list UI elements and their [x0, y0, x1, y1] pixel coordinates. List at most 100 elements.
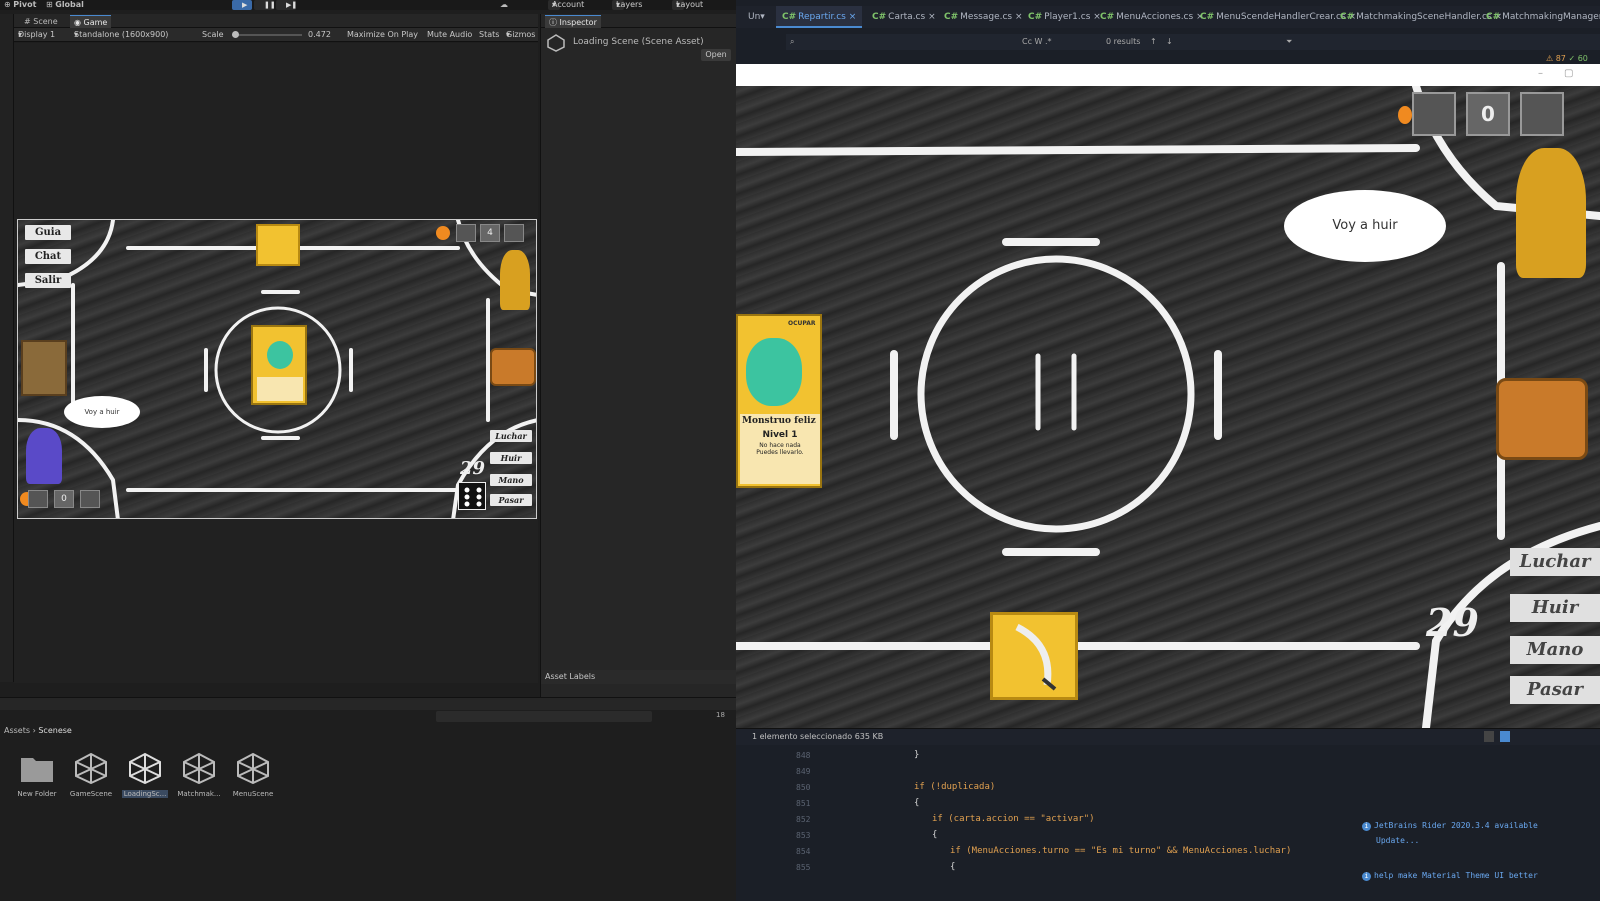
find-bar[interactable]: ⌕ Cc W .* 0 results ↑ ↓ ⏷: [786, 34, 1600, 50]
code-editor[interactable]: 848 } 849 850 if (!duplicada) 851 { 852 …: [736, 745, 1600, 901]
breadcrumb-current[interactable]: Scenese: [38, 726, 71, 735]
opponent-helmet-icon[interactable]: [1412, 92, 1456, 136]
update-link[interactable]: Update...: [1376, 836, 1419, 845]
treasure-chest-icon[interactable]: [490, 348, 536, 386]
opponent-status-bar: 0: [1398, 92, 1598, 136]
tab-game[interactable]: ◉ Game: [70, 15, 112, 28]
layout-icon-active[interactable]: [1500, 731, 1510, 742]
tab-inspector[interactable]: ⓘ Inspector: [545, 15, 601, 28]
empty-slot[interactable]: [504, 224, 524, 242]
tab-scene[interactable]: # Scene: [20, 15, 62, 28]
dice-icon[interactable]: [458, 482, 486, 510]
find-next-icon[interactable]: ↓: [1166, 34, 1173, 50]
line-number: 855: [796, 863, 811, 872]
line-number: 852: [796, 815, 811, 824]
card-text-box: Monstruo feliz Nivel 1 No hace nada Pued…: [740, 414, 820, 484]
rider-update-notification[interactable]: i JetBrains Rider 2020.3.4 available: [1362, 821, 1538, 831]
mano-button-big[interactable]: Mano: [1510, 636, 1600, 664]
ide-status-line: 1 elemento seleccionado 635 KB: [736, 728, 1600, 745]
sword-icon: [1015, 623, 1057, 691]
asset-matchmaking[interactable]: Matchmak...: [174, 752, 224, 798]
weapon-card-icon[interactable]: [256, 224, 300, 266]
tab-matchmakingmanager[interactable]: C#MatchmakingManager.cs: [1482, 6, 1600, 28]
pause-button[interactable]: ❚❚: [254, 0, 276, 10]
play-icon: ▶: [242, 1, 248, 9]
breadcrumb-root[interactable]: Assets: [4, 726, 30, 735]
opponent-empty-slot[interactable]: [1520, 92, 1564, 136]
scale-label: Scale: [202, 30, 224, 39]
regex-toggle-icon[interactable]: Cc W .*: [1022, 34, 1052, 50]
account-dropdown[interactable]: Account ▾: [548, 0, 584, 10]
player-avatar-icon[interactable]: [456, 224, 476, 242]
player-helmet-icon[interactable]: [28, 490, 48, 508]
door-icon[interactable]: [21, 340, 67, 396]
project-tool-tab[interactable]: Un▾: [748, 6, 765, 28]
weapon-card-big[interactable]: [990, 612, 1078, 700]
warnings-indicator[interactable]: ⚠ 87 ✓ 60: [1546, 54, 1588, 63]
tab-player1[interactable]: C# Player1.cs ×: [1024, 6, 1105, 28]
play-button[interactable]: ▶: [232, 0, 252, 10]
tab-menuacciones[interactable]: C# MenuAcciones.cs ×: [1096, 6, 1208, 28]
pasar-button-big[interactable]: Pasar: [1510, 676, 1600, 704]
layout-icon[interactable]: [1484, 731, 1494, 742]
inspector-tabbar: ⓘ Inspector: [541, 14, 737, 28]
stats-toggle[interactable]: Stats: [479, 28, 499, 42]
scale-slider-track[interactable]: [232, 34, 302, 36]
maximize-on-play-toggle[interactable]: Maximize On Play: [347, 28, 418, 42]
empty-slot-bottom[interactable]: [80, 490, 100, 508]
inspector-panel: ⓘ Inspector Loading Scene (Scene Asset) …: [540, 14, 737, 697]
chat-button[interactable]: Chat: [25, 249, 71, 264]
huir-button-big[interactable]: Huir: [1510, 594, 1600, 622]
guia-button[interactable]: Guia: [25, 225, 71, 240]
tab-message[interactable]: C# Message.cs ×: [940, 6, 1027, 28]
project-search-input[interactable]: [436, 711, 652, 722]
treasure-chest-icon[interactable]: [1496, 378, 1588, 460]
game-board[interactable]: 0 Voy a huir OCUPAR Monstruo feliz Nivel…: [736, 86, 1600, 728]
tab-matchmakingscenehandler[interactable]: C# MatchmakingSceneHandler.cs ×: [1336, 6, 1506, 28]
mute-audio-toggle[interactable]: Mute Audio: [427, 28, 472, 42]
tab-carta[interactable]: C# Carta.cs ×: [868, 6, 940, 28]
game-board-preview[interactable]: Guia Chat Salir 4 Voy a huir 0 29 Luchar…: [17, 219, 537, 519]
filter-icon[interactable]: ⏷: [1286, 34, 1292, 50]
asset-menuscene[interactable]: MenuScene: [228, 752, 278, 798]
display-dropdown[interactable]: Display 1 ▾: [18, 28, 55, 42]
pivot-toggle[interactable]: ⊕ Pivot: [4, 0, 36, 10]
global-toggle[interactable]: ⊞ Global: [46, 0, 84, 10]
code-line: if (MenuAcciones.turno == "Es mi turno" …: [950, 846, 1292, 856]
pasar-button[interactable]: Pasar: [490, 494, 532, 506]
layout-dropdown[interactable]: Layout ▾: [672, 0, 703, 10]
asset-gamescene[interactable]: GameScene: [66, 752, 116, 798]
open-button[interactable]: Open: [701, 49, 731, 61]
asset-folder[interactable]: New Folder: [12, 752, 62, 798]
asset-loadingscene[interactable]: LoadingSc...: [120, 752, 170, 798]
resolution-label: Standalone (1600x900): [74, 30, 169, 39]
top-counter: 4: [480, 224, 500, 242]
layers-dropdown[interactable]: Layers ▾: [612, 0, 642, 10]
step-icon: ▶❚: [286, 1, 298, 9]
monster-card-big[interactable]: OCUPAR Monstruo feliz Nivel 1 No hace na…: [736, 314, 822, 488]
gizmos-label: Gizmos: [506, 30, 536, 39]
mano-button[interactable]: Mano: [490, 474, 532, 486]
minimize-icon[interactable]: –: [1538, 68, 1543, 79]
coin-icon: [436, 226, 450, 240]
scale-slider-handle[interactable]: [232, 31, 239, 38]
step-button[interactable]: ▶❚: [276, 0, 298, 10]
huir-button[interactable]: Huir: [490, 452, 532, 464]
find-prev-icon[interactable]: ↑: [1150, 34, 1157, 50]
checks-count: 60: [1577, 54, 1588, 63]
resolution-dropdown[interactable]: Standalone (1600x900) ▾: [74, 28, 168, 42]
luchar-button-big[interactable]: Luchar: [1510, 548, 1600, 576]
salir-button[interactable]: Salir: [25, 273, 71, 288]
material-theme-notification[interactable]: i help make Material Theme UI better: [1362, 871, 1538, 881]
collab-icon[interactable]: ☁: [500, 0, 508, 10]
tab-label: Player1.cs: [1044, 12, 1091, 22]
card-text-box: [257, 377, 303, 401]
luchar-button[interactable]: Luchar: [490, 430, 532, 442]
tab-game-label: Game: [83, 18, 108, 27]
maximize-icon[interactable]: ▢: [1564, 68, 1573, 79]
code-line: {: [932, 830, 938, 840]
monster-card[interactable]: [251, 325, 307, 405]
tab-repartir[interactable]: C# Repartir.cs ×: [776, 6, 863, 28]
gizmos-dropdown[interactable]: Gizmos ▾: [506, 28, 535, 42]
code-line: if (!duplicada): [914, 782, 996, 792]
